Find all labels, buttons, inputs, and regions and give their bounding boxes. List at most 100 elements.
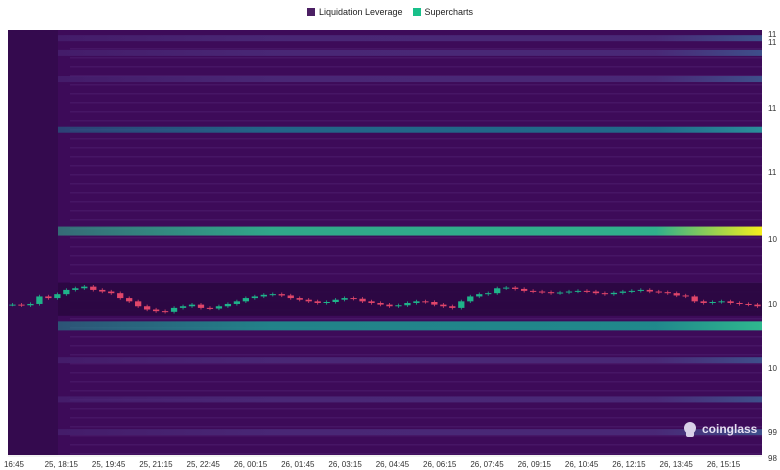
liquidation-heatmap-chart[interactable]: 16:45 25, 18:15 25, 19:45 25, 21:15 25, 22:4… xyxy=(0,0,780,470)
heatmap-stripe xyxy=(70,219,762,221)
candle-body xyxy=(260,294,267,297)
x-tick-label: 26, 15:15 xyxy=(707,460,741,469)
candle-body xyxy=(386,304,393,307)
candle-body xyxy=(251,296,258,299)
candle-body xyxy=(745,303,752,305)
heatmap-stripe xyxy=(70,453,762,455)
heatmap-stripe xyxy=(70,246,762,248)
heatmap-stripe xyxy=(70,147,762,149)
candle-body xyxy=(682,295,689,297)
candle-body xyxy=(170,307,178,312)
candle-body xyxy=(512,287,519,289)
y-tick-label: 10 xyxy=(768,300,777,309)
candle-body xyxy=(709,302,716,303)
candle-body xyxy=(314,301,321,303)
x-tick-label: 26, 04:45 xyxy=(376,460,410,469)
candle-body xyxy=(143,306,151,310)
liquidation-band xyxy=(58,35,762,42)
candle-body xyxy=(538,291,546,293)
heatmap-stripe xyxy=(70,57,762,59)
candle-body xyxy=(135,301,142,307)
x-tick-label: 26, 07:45 xyxy=(470,460,504,469)
x-axis: 16:45 25, 18:15 25, 19:45 25, 21:15 25, 22:4… xyxy=(4,455,762,469)
candle-body xyxy=(440,304,447,307)
y-tick-label: 10 xyxy=(768,364,777,373)
candle-body xyxy=(565,291,573,293)
candle-body xyxy=(45,296,52,299)
heatmap-stripe xyxy=(70,48,762,50)
candle-body xyxy=(494,288,501,294)
candle-body xyxy=(467,296,474,302)
heatmap-stripe xyxy=(70,264,762,266)
candle-body xyxy=(431,302,438,305)
candle-body xyxy=(215,306,223,309)
y-tick-label: 10 xyxy=(768,235,777,244)
candle-body xyxy=(628,290,635,292)
watermark-text: coinglass xyxy=(702,422,758,436)
candle-body xyxy=(296,298,303,300)
heatmap-stripe xyxy=(70,435,762,437)
liquidation-band xyxy=(58,321,762,331)
heatmap-stripe xyxy=(70,111,762,113)
candle-body xyxy=(673,293,680,296)
candle-body xyxy=(341,298,348,300)
x-tick-label: 26, 10:45 xyxy=(565,460,599,469)
candle-body xyxy=(224,303,232,307)
candle-body xyxy=(161,311,169,313)
heatmap-stripe xyxy=(70,138,762,140)
heatmap-stripe xyxy=(70,102,762,104)
heatmap-stripe xyxy=(70,183,762,185)
candle-body xyxy=(727,301,734,303)
x-tick-label: 16:45 xyxy=(4,460,25,469)
candle-body xyxy=(359,298,366,302)
y-tick-label: 11 xyxy=(768,104,777,113)
candle-body xyxy=(179,306,187,308)
liquidation-band xyxy=(58,76,762,83)
candle-body xyxy=(529,290,537,292)
x-tick-label: 26, 13:45 xyxy=(660,460,694,469)
candle-body xyxy=(691,296,698,302)
heatmap-stripe xyxy=(70,156,762,158)
heatmap-stripe xyxy=(70,174,762,176)
candle-body xyxy=(72,288,79,290)
heatmap-area xyxy=(8,30,762,455)
candle-body xyxy=(377,302,384,305)
candle-body xyxy=(619,291,627,293)
heatmap-stripe xyxy=(70,444,762,446)
x-tick-label: 25, 21:15 xyxy=(139,460,173,469)
candle-body xyxy=(556,292,564,294)
x-tick-label: 26, 06:15 xyxy=(423,460,457,469)
candle-body xyxy=(583,290,591,292)
liquidation-band xyxy=(58,396,762,403)
liquidation-band xyxy=(58,49,762,56)
y-tick-label: 99 xyxy=(768,428,777,437)
candle-body xyxy=(27,303,34,306)
heatmap-stripe xyxy=(70,381,762,383)
y-axis: 111111111010109998 xyxy=(768,30,777,463)
candle-body xyxy=(278,294,285,296)
heatmap-stripe xyxy=(70,372,762,374)
heatmap-stripe xyxy=(70,165,762,167)
candle-body xyxy=(422,301,429,303)
heatmap-early-strip xyxy=(8,30,58,455)
candle-body xyxy=(188,304,196,307)
candle-body xyxy=(152,309,160,312)
y-tick-label: 11 xyxy=(768,38,777,47)
candle-body xyxy=(305,299,312,302)
y-tick-label: 11 xyxy=(768,168,777,177)
heatmap-stripe xyxy=(70,336,762,338)
candle-body xyxy=(637,289,644,291)
x-tick-label: 26, 00:15 xyxy=(234,460,268,469)
candle-body xyxy=(206,307,214,309)
candle-body xyxy=(108,291,115,294)
candle-body xyxy=(503,287,510,289)
candle-body xyxy=(54,294,61,299)
candle-body xyxy=(126,298,133,302)
candle-body xyxy=(36,296,43,304)
candle-body xyxy=(81,286,88,289)
heatmap-stripe xyxy=(70,237,762,239)
candle-body xyxy=(287,295,294,299)
candle-body xyxy=(233,301,241,304)
y-tick-label: 98 xyxy=(768,454,777,463)
candle-body xyxy=(520,288,528,291)
